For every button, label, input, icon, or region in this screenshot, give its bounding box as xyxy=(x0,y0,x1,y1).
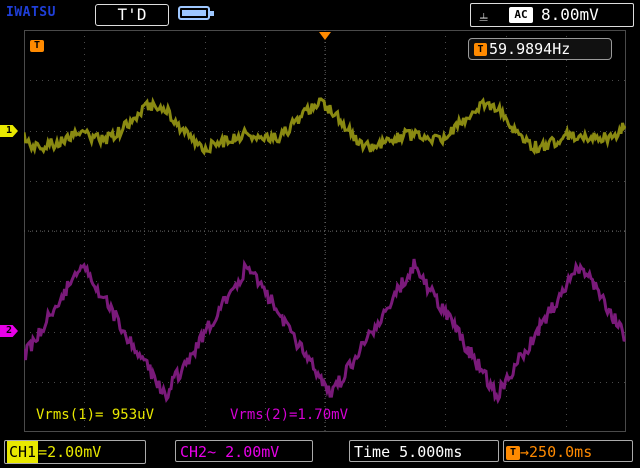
frequency-readout: T 59.9894Hz xyxy=(468,38,612,60)
graticule xyxy=(24,30,626,432)
falling-edge-icon: ⫨ xyxy=(479,6,489,25)
trigger-position-box[interactable]: T →250.0ms xyxy=(503,440,633,462)
dc-coupling-icon: = xyxy=(38,443,48,461)
trigger-status: T'D xyxy=(95,4,169,26)
ch1-trace xyxy=(24,96,626,156)
ch1-level-marker[interactable]: 1 xyxy=(0,125,18,137)
vrms-ch2: Vrms(2)=1.70mV xyxy=(230,407,349,423)
ch2-trace xyxy=(24,258,626,405)
ch2-level-marker[interactable]: 2 xyxy=(0,325,18,337)
ch1-scale: 2.00mV xyxy=(47,443,102,461)
coupling-badge: AC xyxy=(509,7,533,23)
brand-logo: IWATSU xyxy=(6,5,56,20)
ch1-tag: CH1 xyxy=(7,441,39,463)
top-status-bar: IWATSU T'D ⫨ AC 8.00mV xyxy=(0,0,640,28)
battery-icon xyxy=(178,6,214,20)
trigger-settings[interactable]: ⫨ AC 8.00mV xyxy=(470,3,634,27)
trigger-level: 8.00mV xyxy=(541,5,599,24)
ch2-scale: CH2~ 2.00mV xyxy=(180,443,280,461)
vrms-ch1: Vrms(1)= 953uV xyxy=(36,407,155,423)
bottom-status-bar: CH1 =2.00mV CH2~ 2.00mV Time 5.000ms T →25… xyxy=(0,438,640,468)
trigger-position: →250.0ms xyxy=(520,443,593,461)
trigger-time-marker: T xyxy=(30,40,44,52)
timebase: Time 5.000ms xyxy=(354,443,463,461)
trigger-icon: T xyxy=(474,43,487,56)
frequency-value: 59.9894Hz xyxy=(489,40,571,58)
ch2-scale-box[interactable]: CH2~ 2.00mV xyxy=(175,440,313,462)
trigger-icon: T xyxy=(506,445,520,460)
ch1-scale-box[interactable]: CH1 =2.00mV xyxy=(4,440,146,464)
timebase-box[interactable]: Time 5.000ms xyxy=(349,440,499,462)
trigger-position-marker xyxy=(319,32,331,40)
waveform-display[interactable] xyxy=(24,30,626,432)
